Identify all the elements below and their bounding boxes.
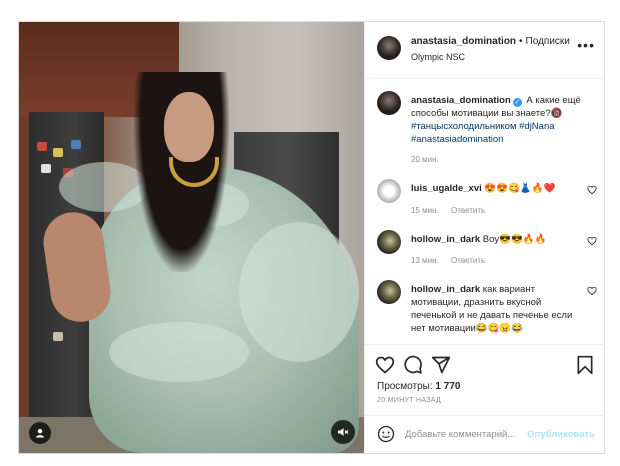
post-card: anastasia_domination • Подписки Olympic NS… bbox=[18, 21, 605, 454]
author-line: anastasia_domination • Подписки bbox=[411, 36, 570, 47]
comment-text: hollow_in_dark Boy😎😎🔥🔥 bbox=[411, 233, 586, 246]
fridge-magnet bbox=[53, 148, 63, 157]
views-count: Просмотры: 1 770 bbox=[377, 381, 460, 392]
fridge-magnet bbox=[71, 140, 81, 149]
caption-text: anastasia_domination ✓ А какие ещё способ… bbox=[411, 94, 586, 146]
comment-time: 13 мин. bbox=[411, 256, 439, 265]
author-username[interactable]: anastasia_domination bbox=[411, 36, 516, 47]
comment-text: luis_ugalde_xvi 😍😍😋👗🔥❤️ bbox=[411, 182, 586, 195]
views-label: Просмотры: bbox=[377, 381, 433, 392]
comment-item: hollow_in_dark как вариант мотивации, др… bbox=[377, 280, 599, 340]
views-value: 1 770 bbox=[435, 381, 461, 392]
speaker-muted-icon bbox=[338, 428, 349, 436]
heart-icon[interactable] bbox=[587, 286, 597, 296]
commenter-username[interactable]: hollow_in_dark bbox=[411, 234, 480, 245]
dress-ruffle bbox=[239, 222, 359, 362]
caption-time: 20 мин. bbox=[411, 155, 439, 164]
dress-ruffle bbox=[109, 322, 249, 382]
commenter-username[interactable]: luis_ugalde_xvi bbox=[411, 183, 482, 194]
posted-time: 20 МИНУТ НАЗАД bbox=[377, 397, 442, 404]
share-icon[interactable] bbox=[431, 355, 451, 375]
bookmark-icon[interactable] bbox=[575, 355, 595, 375]
commenter-username[interactable]: hollow_in_dark bbox=[411, 284, 480, 295]
comment-time: 15 мин. bbox=[411, 206, 439, 215]
fridge-magnet bbox=[37, 142, 47, 151]
comment-meta: 13 мин. Ответить bbox=[411, 256, 495, 265]
comment-input[interactable] bbox=[405, 424, 525, 444]
fridge-magnet bbox=[41, 164, 51, 173]
comment-item: hollow_in_dark Boy😎😎🔥🔥 13 мин. Ответить bbox=[377, 230, 599, 270]
more-options-icon[interactable]: ••• bbox=[577, 38, 595, 52]
comment-body: 😍😍😋👗🔥❤️ bbox=[484, 183, 556, 194]
smile-icon[interactable] bbox=[377, 425, 395, 443]
heart-icon[interactable] bbox=[375, 355, 395, 375]
reply-button[interactable]: Ответить bbox=[451, 256, 485, 265]
comment-icon[interactable] bbox=[403, 355, 423, 375]
commenter-avatar[interactable] bbox=[377, 280, 401, 304]
commenter-avatar[interactable] bbox=[377, 179, 401, 203]
comment-body: Boy😎😎🔥🔥 bbox=[482, 234, 547, 245]
author-avatar[interactable] bbox=[377, 36, 401, 60]
fridge-magnet bbox=[53, 332, 63, 341]
caption-hashtags[interactable]: #танцысхолодильником #djNana #anastasiad… bbox=[411, 121, 555, 145]
location-link[interactable]: Olympic NSC bbox=[411, 52, 465, 62]
heart-icon[interactable] bbox=[587, 236, 597, 246]
post-details-panel: anastasia_domination • Подписки Olympic NS… bbox=[364, 22, 605, 453]
tagged-users-button[interactable] bbox=[29, 422, 51, 444]
caption-username[interactable]: anastasia_domination bbox=[411, 95, 511, 106]
post-actions: Просмотры: 1 770 20 МИНУТ НАЗАД bbox=[365, 344, 605, 404]
commenter-avatar[interactable] bbox=[377, 230, 401, 254]
post-video[interactable] bbox=[19, 22, 364, 453]
comment-item: luis_ugalde_xvi 😍😍😋👗🔥❤️ 15 мин. Ответить bbox=[377, 179, 599, 219]
verified-badge-icon: ✓ bbox=[512, 98, 522, 107]
comment-text: hollow_in_dark как вариант мотивации, др… bbox=[411, 283, 586, 335]
user-icon bbox=[36, 429, 44, 438]
author-avatar[interactable] bbox=[377, 91, 401, 115]
comment-meta: 15 мин. Ответить bbox=[411, 206, 495, 215]
heart-icon[interactable] bbox=[587, 185, 597, 195]
dancer-face bbox=[164, 92, 214, 162]
separator-dot: • bbox=[519, 36, 523, 47]
sound-toggle-button[interactable] bbox=[331, 420, 355, 444]
publish-button[interactable]: Опубликовать bbox=[527, 429, 595, 440]
post-header: anastasia_domination • Подписки Olympic NS… bbox=[365, 22, 605, 79]
follow-button[interactable]: Подписки bbox=[526, 36, 570, 47]
comments-list: anastasia_domination ✓ А какие ещё способ… bbox=[365, 79, 605, 344]
add-comment-bar: Опубликовать bbox=[365, 415, 605, 453]
reply-button[interactable]: Ответить bbox=[451, 206, 485, 215]
caption-comment: anastasia_domination ✓ А какие ещё способ… bbox=[377, 91, 599, 164]
caption-meta: 20 мин. bbox=[411, 155, 449, 164]
